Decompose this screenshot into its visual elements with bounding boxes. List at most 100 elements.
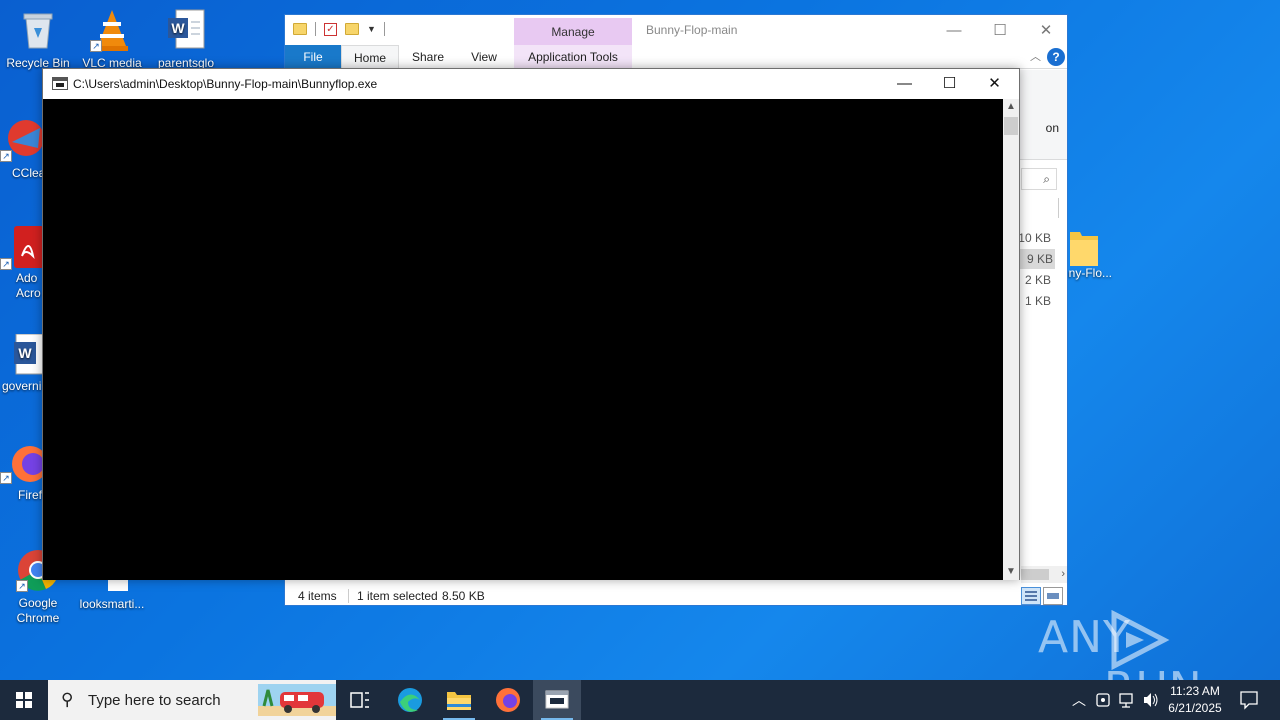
list-scrollbar[interactable] [1058,198,1059,218]
notifications-button[interactable] [1232,680,1266,720]
task-view-icon [350,692,369,708]
tab-application-tools[interactable]: Application Tools [514,45,632,69]
recycle-bin-icon [16,8,60,52]
desktop-icon-looksmart[interactable]: looksmarti... [74,575,150,612]
search-highlight-icon [258,684,336,716]
vlc-icon: ↗ [90,8,134,52]
desktop-icon-label: Google [18,596,58,610]
tab-home[interactable]: Home [341,45,399,69]
manage-context-tab[interactable]: Manage [514,18,632,46]
taskbar-file-explorer[interactable] [435,680,483,720]
desktop-icon-firefox[interactable]: ↗ Firef [0,440,48,503]
desktop-icon-word-doc[interactable]: W parentsglo [148,8,224,71]
desktop-icon-label: looksmarti... [79,597,145,611]
scroll-thumb[interactable] [1004,117,1018,135]
desktop-icon-recycle-bin[interactable]: Recycle Bin [0,8,76,71]
status-selection: 1 item selected [357,589,438,603]
desktop-icon-label: Chrome [16,611,60,625]
tab-file[interactable]: File [285,45,341,69]
status-selection-size: 8.50 KB [442,589,485,603]
console-titlebar[interactable]: C:\Users\admin\Desktop\Bunny-Flop-main\B… [43,69,1019,99]
desktop-icon-ccleaner[interactable]: ↗ CClea [0,118,46,181]
properties-icon[interactable]: ✓ [324,22,337,36]
taskbar-search-box[interactable]: ⚲ Type here to search [48,680,336,720]
file-explorer-icon [447,692,471,710]
start-button[interactable] [0,680,48,720]
task-view-button[interactable] [336,680,384,720]
clock-time: 11:23 AM [1170,684,1220,698]
shortcut-arrow-icon: ↗ [90,40,102,52]
adobe-acrobat-icon: ↗ [0,226,44,270]
folder-icon[interactable] [293,23,307,35]
status-item-count: 4 items [298,589,337,603]
desktop-icon-label: Acro [16,286,41,300]
console-window-title: C:\Users\admin\Desktop\Bunny-Flop-main\B… [73,77,378,91]
scroll-thumb[interactable] [1021,569,1049,580]
play-logo-icon [1111,610,1170,670]
folder-icon [1070,228,1098,266]
minimize-button[interactable]: — [882,69,927,99]
search-icon: ⌕ [1043,172,1050,186]
tab-view[interactable]: View [459,45,509,69]
console-app-icon [545,690,569,709]
taskbar-edge[interactable] [386,680,434,720]
large-icons-view-icon[interactable] [1043,587,1063,605]
search-placeholder: Type here to search [88,692,221,709]
new-folder-icon[interactable] [345,23,359,35]
tab-share[interactable]: Share [403,45,453,69]
search-icon: ⚲ [61,690,74,709]
horizontal-scrollbar[interactable]: › [1021,566,1067,583]
taskbar-firefox[interactable] [484,680,532,720]
desktop-icon-label: CClea [12,166,46,180]
network-icon[interactable] [1116,680,1138,720]
shortcut-arrow-icon: ↗ [0,150,12,162]
console-output-area[interactable] [43,99,1004,580]
desktop-icon-label: governi [2,379,42,393]
edge-icon [398,688,422,712]
notification-icon [1240,691,1258,710]
word-document-icon: W [0,333,45,378]
toolbar-divider [315,22,316,36]
explorer-window-title: Bunny-Flop-main [646,23,738,37]
svg-text:W: W [18,345,32,361]
firefox-icon [496,688,520,712]
status-bar: 4 items 1 item selected 8.50 KB [285,585,1067,607]
console-window[interactable]: C:\Users\admin\Desktop\Bunny-Flop-main\B… [42,68,1020,580]
desktop-icon-label: Ado [16,271,38,285]
file-size-cell-selected: 9 KB [1019,249,1055,269]
firefox-icon: ↗ [0,440,48,484]
shortcut-arrow-icon: ↗ [0,472,12,484]
maximize-button[interactable]: ☐ [977,19,1023,43]
desktop-icon-adobe-acrobat[interactable]: ↗ Ado Acro [0,226,44,301]
help-icon[interactable]: ? [1047,48,1065,66]
search-box[interactable]: ⌕ [1021,168,1057,190]
desktop-icon-vlc[interactable]: ↗ VLC media [74,8,150,71]
explorer-titlebar[interactable]: ✓ ▼ Manage Bunny-Flop-main — ☐ ✕ [285,15,1069,46]
volume-icon[interactable] [1140,680,1162,720]
chevron-down-icon[interactable]: ▼ [367,24,376,34]
taskbar-clock[interactable]: 11:23 AM 6/21/2025 [1160,683,1230,717]
clock-date: 6/21/2025 [1168,701,1222,715]
taskbar-console[interactable] [533,680,581,720]
details-view-icon[interactable] [1021,587,1041,605]
scroll-up-icon[interactable]: ▲ [1003,99,1019,115]
desktop-icon-word-doc-2[interactable]: W governi [0,333,45,394]
collapse-ribbon-icon[interactable]: ︿ [1030,48,1041,64]
desktop-icon-bunny-flop-folder[interactable]: nny-Flo... [1062,228,1130,280]
chevron-right-icon[interactable]: › [1061,566,1065,583]
shortcut-arrow-icon: ↗ [16,580,28,592]
maximize-button[interactable]: ☐ [927,69,972,99]
desktop-icon-label: Firef [18,488,42,502]
console-vertical-scrollbar[interactable]: ▲ ▼ [1003,99,1019,580]
show-hidden-icons-button[interactable]: ︿ [1068,680,1090,720]
meet-now-icon[interactable] [1092,680,1114,720]
close-button[interactable]: ✕ [972,69,1017,99]
toolbar-divider [383,22,385,36]
ccleaner-icon: ↗ [0,118,44,162]
taskbar: ⚲ Type here to search ︿ 11:23 AM 6/21/20… [0,680,1280,720]
scroll-down-icon[interactable]: ▼ [1003,564,1019,580]
ribbon-partial-label: on [1045,121,1059,135]
minimize-button[interactable]: — [931,19,977,43]
close-button[interactable]: ✕ [1023,19,1069,43]
console-app-icon [52,77,68,90]
